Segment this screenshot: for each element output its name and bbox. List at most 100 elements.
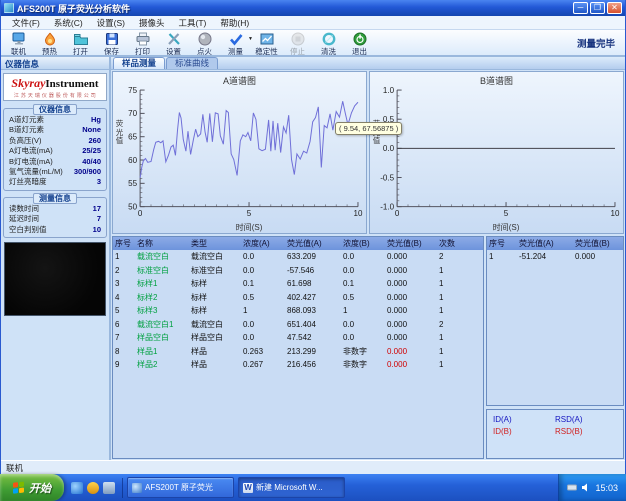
window-title: AFS200T 原子荧光分析软件 xyxy=(17,2,571,15)
exit-button[interactable]: 退出 xyxy=(344,31,375,57)
print-button[interactable]: 打印 xyxy=(127,31,158,57)
status-text: 联机 xyxy=(6,462,23,474)
app-window: AFS200T 原子荧光分析软件 ─ ❐ ✕ 文件(F) 系统(C) 设置(S)… xyxy=(0,0,626,474)
settings-tools-icon xyxy=(166,32,182,46)
chart-b-plot[interactable]: -1.0-0.50.00.51.00510时间(S) xyxy=(370,85,623,233)
svg-text:10: 10 xyxy=(354,209,363,218)
menu-settings[interactable]: 设置(S) xyxy=(90,17,132,29)
table-cell: 633.209 xyxy=(285,250,341,264)
table-cell: 载流空白 xyxy=(189,318,241,332)
task-afs200t[interactable]: AFS200T 原子荧光 xyxy=(127,477,234,498)
table-row[interactable]: 7样品空白样品空白0.047.5420.00.0001 xyxy=(113,331,483,345)
table-cell: 0.0 xyxy=(241,318,285,332)
app-task-icon xyxy=(132,483,142,493)
ignite-sphere-icon xyxy=(197,32,213,46)
table-row[interactable]: 1-51.2040.000 xyxy=(487,250,623,264)
svg-text:55: 55 xyxy=(128,179,137,188)
ignite-button[interactable]: 点火 xyxy=(189,31,220,57)
table-cell: 0.0 xyxy=(341,264,385,278)
table-cell: 样品1 xyxy=(135,345,189,359)
table-cell: 样品 xyxy=(189,358,241,372)
table-cell: 651.404 xyxy=(285,318,341,332)
tab-sample-measure[interactable]: 样品测量 xyxy=(113,57,165,69)
minimize-button[interactable]: ─ xyxy=(573,2,588,14)
reading-table-panel: 序号 荧光值(A) 荧光值(B) 1-51.2040.000 xyxy=(486,236,624,406)
table-cell: 1 xyxy=(437,264,465,278)
settings-button[interactable]: 设置 xyxy=(158,31,189,57)
stats-panel: ID(A) RSD(A) ID(B) RSD(B) xyxy=(486,409,624,459)
table-cell: 2 xyxy=(437,318,465,332)
menu-help[interactable]: 帮助(H) xyxy=(213,17,256,29)
table-row[interactable]: 9样品2样品0.267216.456非数字0.0001 xyxy=(113,358,483,372)
table-cell xyxy=(465,264,483,278)
stat-rsd-a: RSD(A) xyxy=(555,415,617,424)
table-cell: 0.000 xyxy=(385,264,437,278)
table-cell: 标样 xyxy=(189,277,241,291)
table-cell: 0.263 xyxy=(241,345,285,359)
heat-flame-icon xyxy=(42,32,58,46)
start-button[interactable]: 开始 xyxy=(0,474,64,501)
measure-button[interactable]: ▼ 测量 xyxy=(220,31,251,57)
table-row[interactable]: 2标准空白标准空白0.0-57.5460.00.0001 xyxy=(113,264,483,278)
tab-standard-curve[interactable]: 标准曲线 xyxy=(166,57,218,69)
table-cell: 1 xyxy=(113,250,135,264)
maximize-button[interactable]: ❐ xyxy=(590,2,605,14)
table-row[interactable]: 3标样1标样0.161.6980.10.0001 xyxy=(113,277,483,291)
table-row[interactable]: 6载流空白1载流空白0.0651.4040.00.0002 xyxy=(113,318,483,332)
table-cell: 0.267 xyxy=(241,358,285,372)
chart-a-plot[interactable]: 5055606570750510时间(S) xyxy=(113,85,366,233)
table-cell: 1 xyxy=(241,304,285,318)
stat-rsd-b: RSD(B) xyxy=(555,427,617,436)
svg-text:时间(S): 时间(S) xyxy=(493,222,520,232)
svg-text:10: 10 xyxy=(611,209,620,218)
table-row[interactable]: 1载流空白载流空白0.0633.2090.00.0002 xyxy=(113,250,483,264)
table-row[interactable]: 5标样3标样1868.09310.0001 xyxy=(113,304,483,318)
table-cell: 0.000 xyxy=(385,291,437,305)
preheat-button[interactable]: 预热 xyxy=(34,31,65,57)
task-word-document[interactable]: W 新建 Microsoft W... xyxy=(238,477,345,498)
menu-file[interactable]: 文件(F) xyxy=(5,17,47,29)
table-cell: 0.0 xyxy=(241,331,285,345)
windows-flag-icon xyxy=(13,481,26,494)
table-cell: 7 xyxy=(113,331,135,345)
table-cell: 0.000 xyxy=(385,277,437,291)
table-cell: 1 xyxy=(437,358,465,372)
info-row: A道灯元素Hg xyxy=(7,115,103,125)
open-button[interactable]: 打开 xyxy=(65,31,96,57)
stability-button[interactable]: 稳定性 xyxy=(251,31,282,57)
table-cell: 非数字 xyxy=(341,345,385,359)
toolbar: 联机 预热 打开 保存 打印 设置 点火 ▼ 测量 xyxy=(1,30,625,57)
reading-table: 序号 荧光值(A) 荧光值(B) 1-51.2040.000 xyxy=(487,237,623,264)
show-desktop-icon[interactable] xyxy=(103,482,115,494)
volume-icon[interactable] xyxy=(581,483,591,492)
reading-table-body: 1-51.2040.000 xyxy=(487,250,623,264)
table-cell: 样品2 xyxy=(135,358,189,372)
info-row: 空白判别值10 xyxy=(7,225,103,235)
table-cell: 标样3 xyxy=(135,304,189,318)
save-button[interactable]: 保存 xyxy=(96,31,127,57)
ie-icon[interactable] xyxy=(71,482,83,494)
sidebar-caption: 仪器信息 xyxy=(1,57,109,70)
sample-table: 序号 名称 类型 浓度(A) 荧光值(A) 浓度(B) 荧光值(B) 次数 xyxy=(113,237,483,372)
table-row[interactable]: 8样品1样品0.263213.299非数字0.0001 xyxy=(113,345,483,359)
menu-system[interactable]: 系统(C) xyxy=(47,17,90,29)
device-icon[interactable] xyxy=(567,483,577,492)
table-cell: 0.000 xyxy=(385,345,437,359)
close-button[interactable]: ✕ xyxy=(607,2,622,14)
messenger-icon[interactable] xyxy=(87,482,99,494)
table-cell xyxy=(465,304,483,318)
menu-tools[interactable]: 工具(T) xyxy=(172,17,214,29)
table-cell: 0.5 xyxy=(341,291,385,305)
chart-b-title: B道谱图 xyxy=(370,72,623,85)
clean-button[interactable]: 清洗 xyxy=(313,31,344,57)
connect-button[interactable]: 联机 xyxy=(3,31,34,57)
table-cell: 5 xyxy=(113,304,135,318)
table-row[interactable]: 4标样2标样0.5402.4270.50.0001 xyxy=(113,291,483,305)
svg-text:5: 5 xyxy=(504,209,509,218)
table-cell: 61.698 xyxy=(285,277,341,291)
table-cell: 标准空白 xyxy=(135,264,189,278)
chart-b-panel: B道谱图 荧光值 -1.0-0.50.00.51.00510时间(S) xyxy=(369,71,624,234)
brand-logo: SkyrayInstrument 江 苏 天 瑞 仪 器 股 份 有 限 公 司 xyxy=(3,73,107,101)
menu-camera[interactable]: 摄像头 xyxy=(132,17,172,29)
table-cell: 4 xyxy=(113,291,135,305)
